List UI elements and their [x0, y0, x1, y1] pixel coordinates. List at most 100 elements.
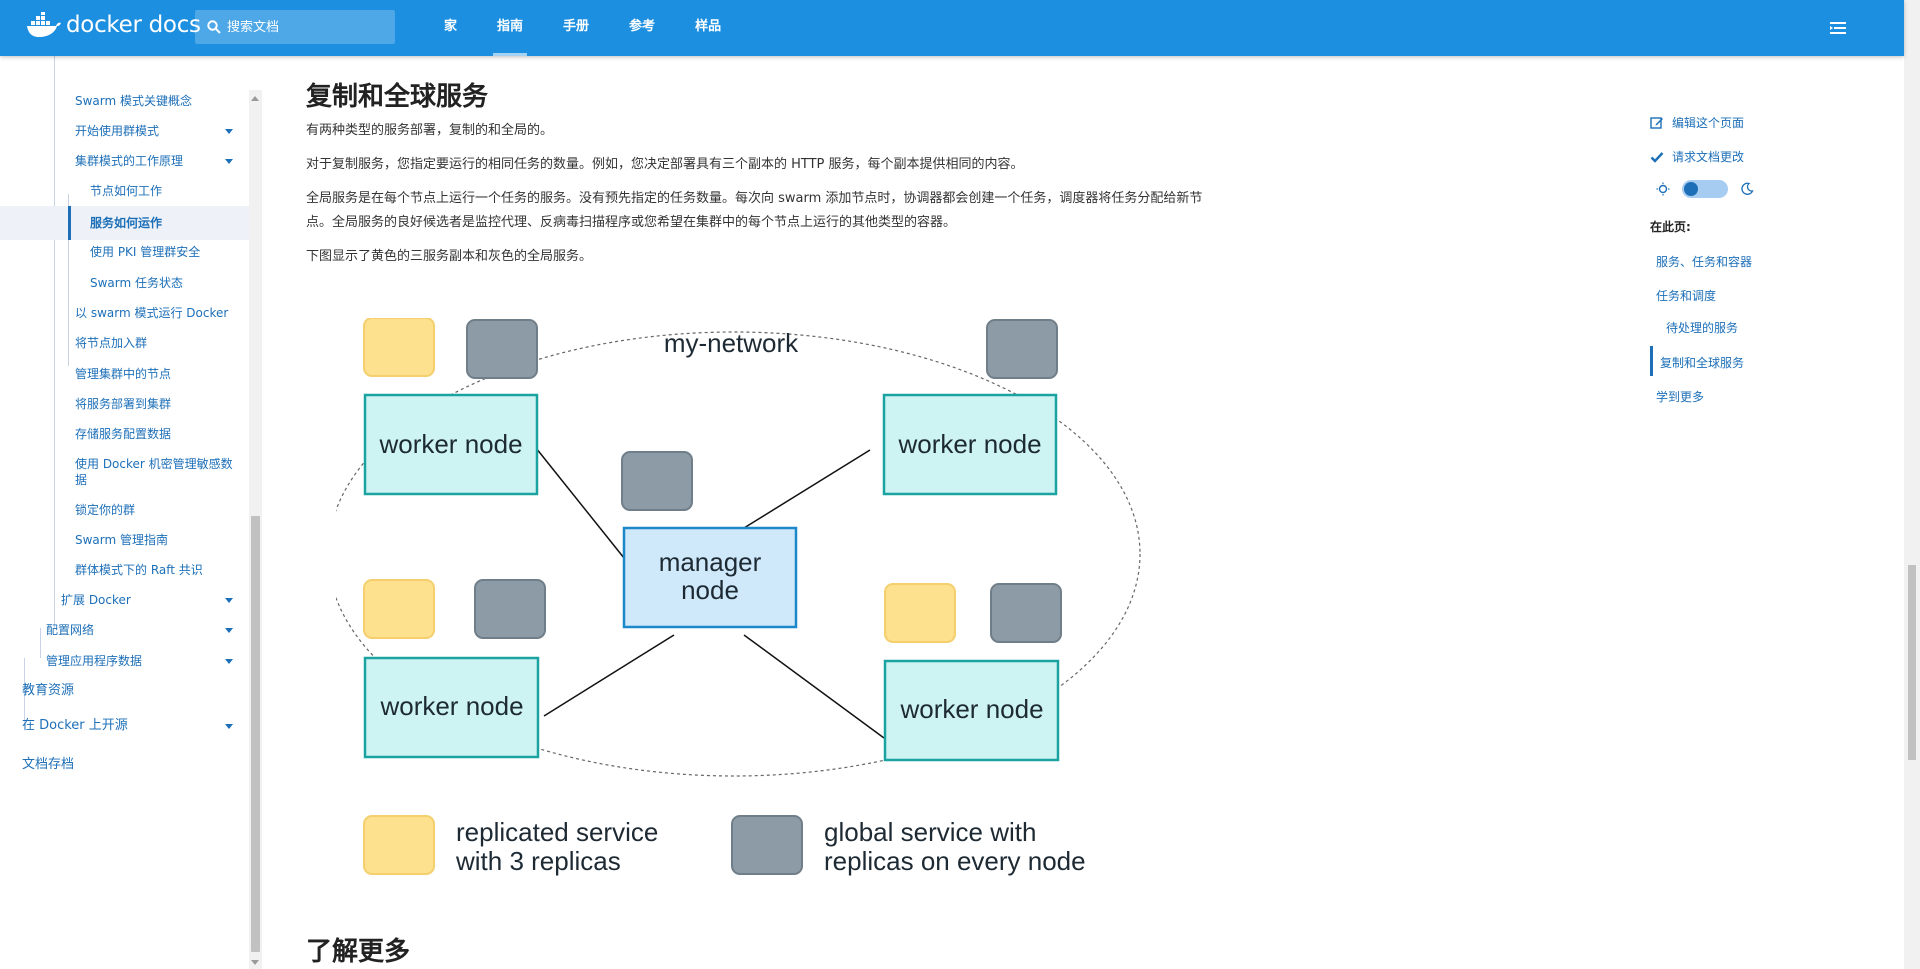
sidebar-item-label-cont: 据: [75, 473, 88, 487]
sidebar-item-lock-swarm[interactable]: 锁定你的群: [0, 502, 249, 524]
legend-replicated-text-1: replicated service: [456, 817, 658, 847]
legend-global-text-1: global service with: [824, 817, 1036, 847]
manager-node-label-2: node: [681, 575, 739, 605]
page-scroll-thumb[interactable]: [1908, 565, 1916, 760]
menu-toggle-icon[interactable]: [1828, 18, 1848, 38]
sidebar-item-admin-guide[interactable]: Swarm 管理指南: [0, 532, 249, 554]
theme-toggle[interactable]: [1682, 180, 1728, 198]
sidebar-item-networking[interactable]: 配置网络: [0, 622, 249, 644]
toc-link-learn-more[interactable]: 学到更多: [1656, 388, 1704, 405]
sidebar-item-run-swarm-mode[interactable]: 以 swarm 模式运行 Docker: [0, 305, 249, 327]
sidebar-item-partial[interactable]: …: [75, 64, 249, 70]
sidebar-item-label: 群体模式下的 Raft 共识: [75, 563, 203, 577]
chevron-down-icon[interactable]: [225, 598, 233, 603]
toggle-knob: [1684, 182, 1698, 196]
sidebar-item-task-states[interactable]: Swarm 任务状态: [0, 275, 249, 297]
sidebar-item-label: 开始使用群模式: [75, 124, 160, 138]
chevron-down-icon[interactable]: [225, 628, 233, 633]
main-nav: 家 指南 手册 参考 样品: [424, 0, 741, 56]
sidebar-item-manage-nodes[interactable]: 管理集群中的节点: [0, 366, 249, 388]
connection-line: [743, 449, 871, 529]
paragraph-3-cont: 点。全局服务的良好候选者是监控代理、反病毒扫描程序或您希望在集群中的每个节点上运…: [306, 215, 957, 230]
global-task-box: [990, 583, 1062, 643]
toc-link-tasks-scheduling[interactable]: 任务和调度: [1656, 287, 1716, 304]
sidebar-item-deploy-services[interactable]: 将服务部署到集群: [0, 396, 249, 418]
sidebar-item-label: 使用 Docker 机密管理敏感数: [75, 457, 233, 471]
sidebar-item-how-nodes-work[interactable]: 节点如何工作: [0, 183, 249, 205]
search-input[interactable]: [227, 19, 377, 35]
edit-icon: [1650, 116, 1663, 129]
left-sidebar: … Swarm 模式关键概念 开始使用群模式 集群模式的工作原理 节点如何工作 …: [0, 56, 249, 969]
toc-link-pending-services[interactable]: 待处理的服务: [1666, 319, 1738, 336]
moon-icon: [1741, 182, 1754, 195]
worker-node-label: worker node: [378, 429, 522, 459]
chevron-down-icon[interactable]: [225, 159, 233, 164]
legend-global-swatch: [731, 815, 803, 875]
chevron-down-icon[interactable]: [225, 129, 233, 134]
nav-samples[interactable]: 样品: [675, 0, 741, 56]
sidebar-item-swarm-key-concepts[interactable]: Swarm 模式关键概念: [0, 93, 249, 115]
nav-reference[interactable]: 参考: [609, 0, 675, 56]
nav-guides[interactable]: 指南: [477, 0, 543, 56]
theme-toggle-row: [1656, 180, 1754, 198]
worker-node-label: worker node: [379, 691, 523, 721]
legend-replicated-text-2: with 3 replicas: [455, 846, 621, 876]
sidebar-item-app-data[interactable]: 管理应用程序数据: [0, 653, 249, 675]
sidebar-item-label: 教育资源: [22, 683, 75, 698]
request-change-link[interactable]: 请求文档更改: [1650, 148, 1744, 165]
scroll-down-icon[interactable]: [251, 960, 259, 965]
paragraph-2: 对于复制服务，您指定要运行的相同任务的数量。例如，您决定部署具有三个副本的 HT…: [306, 157, 1024, 172]
sidebar-item-docs-archive[interactable]: 文档存档: [0, 757, 249, 781]
sidebar-item-label: 使用 PKI 管理群安全: [90, 245, 201, 259]
global-task-box: [474, 579, 546, 639]
manager-node: manager node: [622, 526, 798, 629]
sidebar-item-education[interactable]: 教育资源: [0, 683, 249, 707]
sidebar-scrollbar[interactable]: [249, 90, 262, 969]
sidebar-item-how-swarm-works[interactable]: 集群模式的工作原理: [0, 153, 249, 175]
sidebar-item-open-source[interactable]: 在 Docker 上开源: [0, 718, 249, 742]
sidebar-item-how-services-work[interactable]: 服务如何运作: [0, 206, 249, 240]
sidebar-item-label: 锁定你的群: [75, 503, 136, 517]
edit-page-label: 编辑这个页面: [1672, 116, 1745, 130]
toc-active-indicator: [1650, 346, 1653, 376]
search-icon: [207, 20, 221, 34]
paragraph-4: 下图显示了黄色的三服务副本和灰色的全局服务。: [306, 249, 593, 264]
nav-manuals[interactable]: 手册: [543, 0, 609, 56]
sidebar-item-join-nodes[interactable]: 将节点加入群: [0, 335, 249, 357]
search-box[interactable]: [195, 10, 395, 44]
sidebar-item-label: 服务如何运作: [90, 216, 163, 230]
toc-link-services-tasks-containers[interactable]: 服务、任务和容器: [1656, 253, 1752, 270]
sidebar-item-label: Swarm 管理指南: [75, 533, 169, 547]
scroll-up-icon[interactable]: [251, 96, 259, 101]
sidebar-item-raft[interactable]: 群体模式下的 Raft 共识: [0, 562, 249, 584]
docker-whale-icon: [27, 12, 61, 37]
replicated-task-box: [884, 583, 956, 643]
sidebar-scroll-thumb[interactable]: [251, 516, 260, 952]
toc-link-replicated-global[interactable]: 复制和全球服务: [1660, 354, 1744, 371]
sidebar-item-label: 在 Docker 上开源: [22, 718, 128, 733]
top-navbar: docker docs 家 指南 手册 参考 样品: [0, 0, 1904, 56]
nav-home[interactable]: 家: [424, 0, 477, 56]
chevron-down-icon[interactable]: [225, 724, 233, 729]
sidebar-item-label: Swarm 任务状态: [90, 276, 184, 290]
sidebar-item-label: 将服务部署到集群: [75, 397, 172, 411]
worker-node-top-left: worker node: [363, 393, 539, 496]
worker-node-bottom-left: worker node: [363, 656, 540, 759]
sidebar-item-extend-docker[interactable]: 扩展 Docker: [0, 592, 249, 614]
sidebar-item-label: 配置网络: [46, 623, 95, 637]
global-task-box: [466, 319, 538, 379]
sidebar-item-pki[interactable]: 使用 PKI 管理群安全: [0, 244, 249, 266]
docker-docs-logo[interactable]: docker docs: [26, 12, 201, 38]
sidebar-item-label: 节点如何工作: [90, 184, 163, 198]
sidebar-item-label: 以 swarm 模式运行 Docker: [75, 306, 229, 320]
sun-icon: [1656, 182, 1670, 196]
page-scrollbar[interactable]: [1904, 0, 1920, 969]
sidebar-item-configs[interactable]: 存储服务配置数据: [0, 426, 249, 448]
sidebar-item-secrets[interactable]: 使用 Docker 机密管理敏感数据: [0, 456, 249, 496]
sidebar-item-getting-started[interactable]: 开始使用群模式: [0, 123, 249, 145]
paragraph-1: 有两种类型的服务部署，复制的和全局的。: [306, 123, 554, 138]
connection-line: [543, 634, 675, 717]
edit-page-link[interactable]: 编辑这个页面: [1650, 114, 1744, 131]
sidebar-item-label: 将节点加入群: [75, 336, 148, 350]
chevron-down-icon[interactable]: [225, 659, 233, 664]
